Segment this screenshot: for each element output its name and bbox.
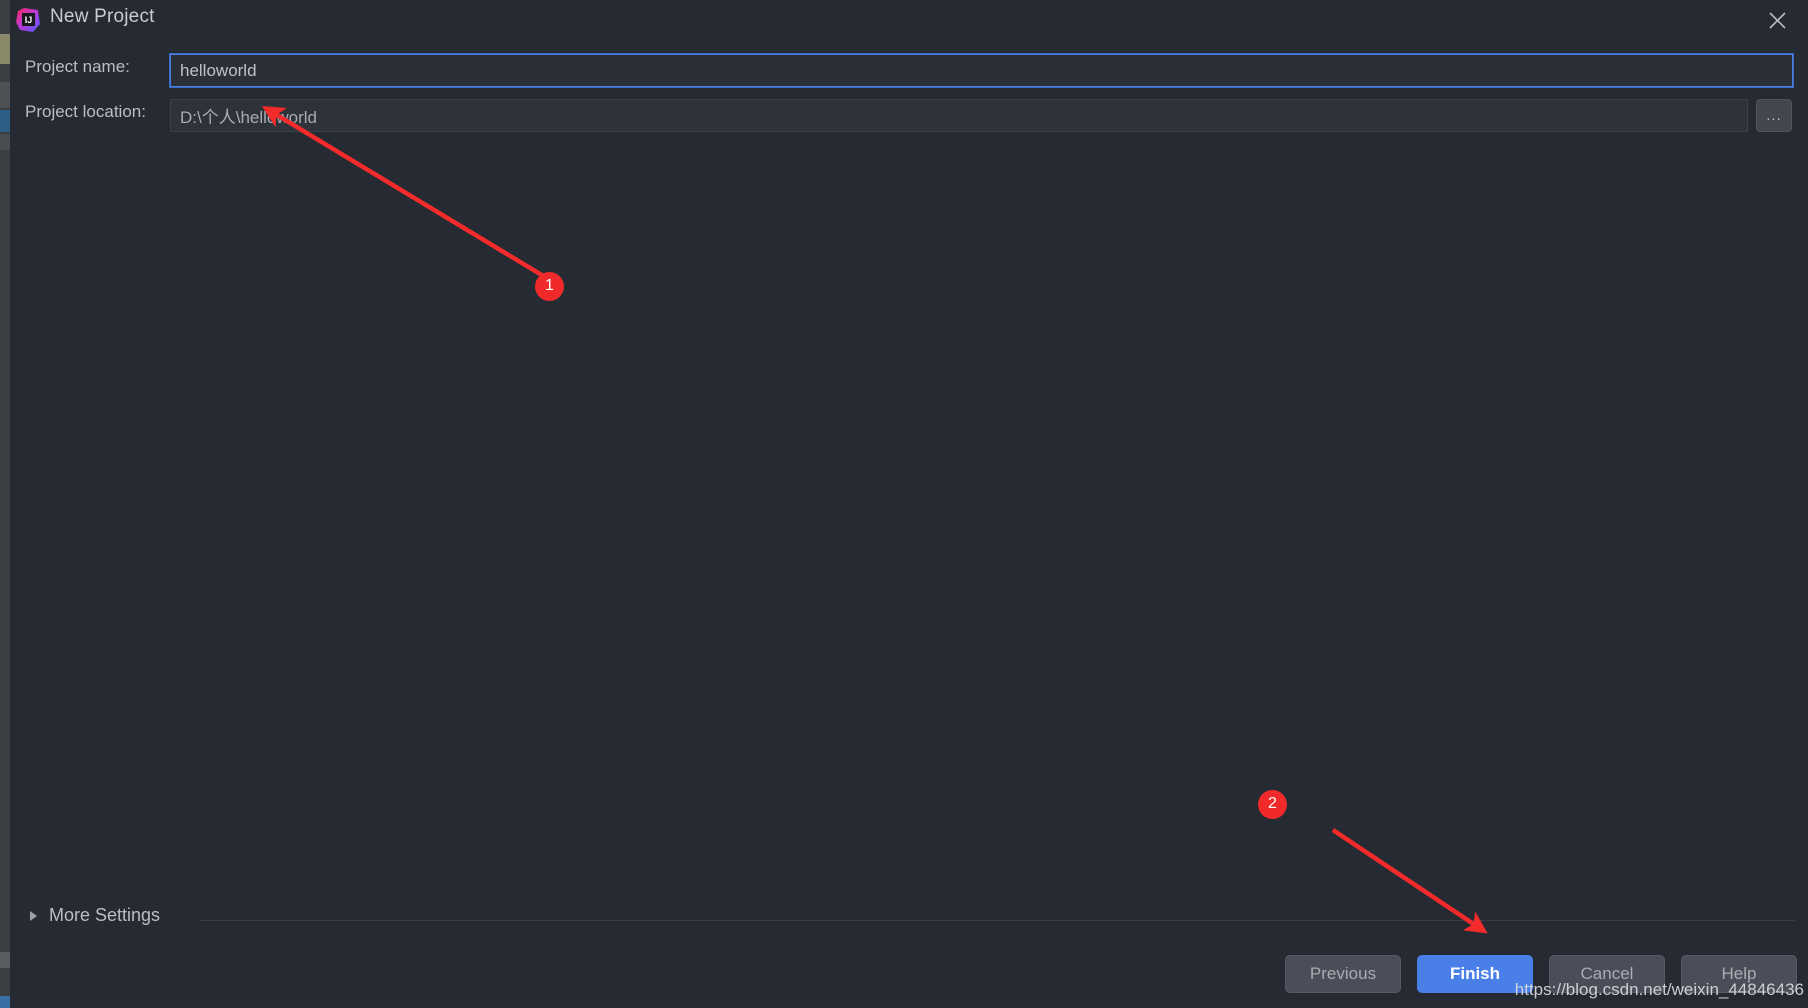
intellij-idea-logo-icon: IJ [15, 7, 41, 33]
project-name-input[interactable] [169, 53, 1794, 88]
ide-background-sliver [0, 0, 10, 1008]
ide-strip [0, 996, 10, 1008]
ide-strip [0, 82, 10, 108]
ide-strip [0, 952, 10, 968]
dialog-title-bar: IJ New Project [10, 0, 1808, 40]
project-location-label: Project location: [25, 102, 146, 121]
more-settings-label: More Settings [49, 905, 161, 925]
more-settings-toggle[interactable]: More Settings [30, 905, 160, 926]
ide-strip [0, 34, 10, 64]
more-settings-separator [200, 920, 1795, 921]
close-icon[interactable] [1746, 0, 1808, 40]
browse-folder-button[interactable]: ... [1756, 99, 1792, 132]
dialog-title: New Project [50, 6, 155, 27]
project-location-input[interactable] [170, 99, 1748, 132]
annotation-badge-1: 1 [535, 271, 564, 301]
ide-strip [0, 134, 10, 150]
chevron-right-icon [30, 910, 37, 921]
watermark-url: https://blog.csdn.net/weixin_44846436 [1514, 980, 1804, 999]
ide-strip [0, 110, 10, 132]
annotation-badge-2: 2 [1258, 789, 1287, 819]
project-name-label: Project name: [25, 57, 130, 76]
new-project-dialog: IJ New Project Project name: Project loc… [10, 0, 1808, 1008]
previous-button[interactable]: Previous [1285, 955, 1401, 993]
svg-text:IJ: IJ [25, 15, 33, 25]
